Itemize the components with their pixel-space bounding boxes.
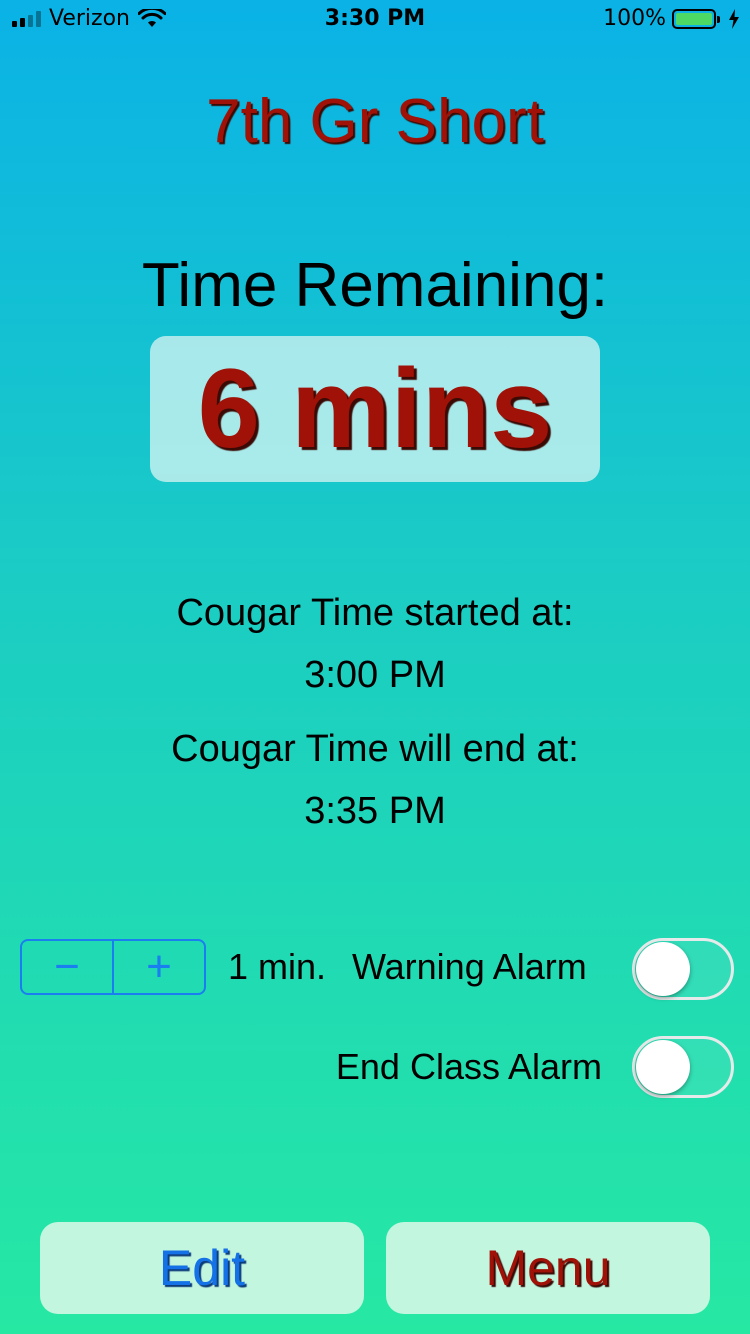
stepper-plus-button[interactable]: + (112, 941, 204, 993)
warning-minutes-value: 1 min. (228, 946, 327, 987)
end-class-alarm-label: End Class Alarm (335, 1046, 602, 1087)
menu-button[interactable]: Menu (386, 1222, 710, 1314)
time-remaining-box: 6 mins (150, 336, 600, 482)
status-right: 100% (603, 6, 740, 31)
toggle-knob (636, 1040, 690, 1094)
page-title: 7th Gr Short (206, 87, 544, 156)
end-time: 3:35 PM (304, 790, 446, 832)
status-bar: Verizon 3:30 PM 100% (0, 0, 750, 40)
toggle-knob (636, 942, 690, 996)
battery-percent: 100% (603, 6, 666, 31)
time-remaining-value: 6 mins (197, 346, 553, 471)
end-label: Cougar Time will end at: (171, 728, 579, 770)
battery-icon (672, 8, 720, 29)
end-class-alarm-toggle[interactable] (632, 1036, 734, 1098)
charging-icon (729, 8, 739, 29)
stepper-minus-button[interactable]: − (22, 941, 112, 993)
warning-minutes-stepper[interactable]: − + (20, 939, 206, 995)
start-label: Cougar Time started at: (176, 592, 574, 634)
edit-button[interactable]: Edit (40, 1222, 364, 1314)
warning-alarm-toggle[interactable] (632, 938, 734, 1000)
start-time: 3:00 PM (304, 654, 446, 696)
time-remaining-label: Time Remaining: (141, 251, 609, 320)
warning-alarm-label: Warning Alarm (352, 946, 587, 987)
